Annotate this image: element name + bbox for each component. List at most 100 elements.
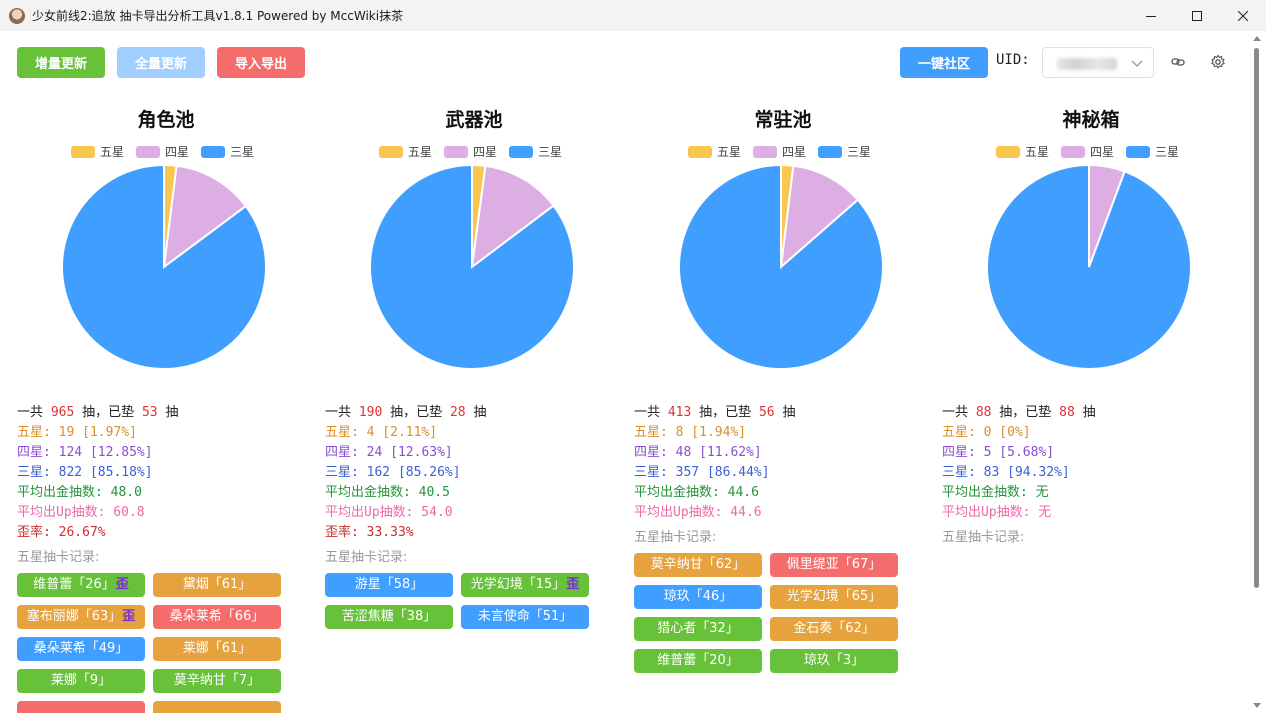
record-tag[interactable]: 金石奏「62」 <box>770 617 898 641</box>
total-pulls: 965 <box>50 405 75 420</box>
legend-label: 五星 <box>717 145 742 159</box>
record-name: 琼玖「3」 <box>803 653 865 668</box>
record-tag[interactable]: 莫辛纳甘「7」 <box>153 669 281 693</box>
avg-up-stat: 平均出Up抽数: 无 <box>942 505 1052 520</box>
legend-item-five[interactable]: 五星 <box>71 143 124 160</box>
incremental-update-button[interactable]: 增量更新 <box>17 47 105 78</box>
legend-label: 四星 <box>473 145 498 159</box>
pie-chart[interactable] <box>676 162 886 372</box>
total-mid: 抽，已垫 <box>382 405 450 420</box>
four-star-stat: 四星: 5 [5.68%] <box>942 445 1055 460</box>
record-tag[interactable]: 黛烟「61」 <box>153 573 281 597</box>
legend-item-four[interactable]: 四星 <box>1061 143 1114 160</box>
legend-item-four[interactable]: 四星 <box>753 143 806 160</box>
pie-chart[interactable] <box>59 162 269 372</box>
maximize-button[interactable] <box>1174 0 1220 31</box>
legend-label: 五星 <box>100 145 125 159</box>
close-icon <box>1238 10 1248 21</box>
total-prefix: 一共 <box>942 405 976 420</box>
total-pulls-line: 一共 413 抽，已垫 56 抽 <box>634 403 898 423</box>
record-tag[interactable]: 维普蕾「20」 <box>634 649 762 673</box>
vertical-scrollbar[interactable] <box>1252 34 1262 710</box>
wai-rate-stat: 歪率: 33.33% <box>325 525 414 540</box>
four-star-stat: 四星: 48 [11.62%] <box>634 445 762 460</box>
record-name: 猎心者「32」 <box>657 621 739 636</box>
record-name: 金石奏「62」 <box>793 621 875 636</box>
record-name: 苦涩焦糖「38」 <box>341 609 437 624</box>
total-prefix: 一共 <box>325 405 359 420</box>
legend-item-three[interactable]: 三星 <box>509 143 562 160</box>
pool-title: 武器池 <box>445 109 503 131</box>
record-tag[interactable]: 游星「58」 <box>325 573 453 597</box>
five-star-records: 游星「58」 光学幻境「15」歪苦涩焦糖「38」 未言使命「51」 <box>325 573 589 629</box>
record-tag-partial[interactable] <box>17 701 145 713</box>
legend-swatch <box>688 145 712 158</box>
legend-swatch <box>1061 145 1086 158</box>
legend-item-three[interactable]: 三星 <box>818 143 871 160</box>
legend-item-three[interactable]: 三星 <box>201 143 254 160</box>
scroll-down-arrow-icon[interactable] <box>1253 703 1261 708</box>
record-tag[interactable]: 莱娜「9」 <box>17 669 145 693</box>
record-tag[interactable]: 莱娜「61」 <box>153 637 281 661</box>
pity-count: 56 <box>758 405 775 420</box>
minimize-icon <box>1146 15 1156 17</box>
gear-icon[interactable] <box>1210 54 1226 70</box>
five-star-stat: 五星: 4 [2.11%] <box>325 425 438 440</box>
wai-marker: 歪 <box>566 577 580 592</box>
import-export-button[interactable]: 导入导出 <box>217 47 305 78</box>
record-tag[interactable]: 未言使命「51」 <box>461 605 589 629</box>
link-icon[interactable] <box>1170 54 1186 70</box>
record-name: 黛烟「61」 <box>182 577 252 592</box>
legend-item-five[interactable]: 五星 <box>688 143 741 160</box>
record-tag[interactable]: 桑朵莱希「49」 <box>17 637 145 661</box>
close-button[interactable] <box>1220 0 1266 31</box>
records-label: 五星抽卡记录: <box>634 530 717 545</box>
pie-slice-three[interactable] <box>986 163 1192 370</box>
pool-stats: 一共 88 抽，已垫 88 抽五星: 0 [0%] 四星: 5 [5.68%] 三星… <box>942 403 1206 553</box>
legend-swatch <box>996 145 1020 158</box>
record-tag[interactable]: 琼玖「46」 <box>634 585 762 609</box>
pool-title: 神秘箱 <box>1062 109 1120 131</box>
window-title: 少女前线2:追放 抽卡导出分析工具v1.8.1 Powered by MccWi… <box>32 9 404 23</box>
community-button[interactable]: 一键社区 <box>900 47 988 78</box>
minimize-button[interactable] <box>1128 0 1174 31</box>
record-tag[interactable]: 塞布丽娜「63」歪 <box>17 605 145 629</box>
three-star-stat: 三星: 83 [94.32%] <box>942 465 1070 480</box>
record-name: 莫辛纳甘「62」 <box>650 557 746 572</box>
legend-item-four[interactable]: 四星 <box>444 143 497 160</box>
record-tag[interactable]: 维普蕾「26」歪 <box>17 573 145 597</box>
legend-item-five[interactable]: 五星 <box>379 143 432 160</box>
total-pulls: 88 <box>975 405 992 420</box>
record-tag[interactable]: 莫辛纳甘「62」 <box>634 553 762 577</box>
pool-stats: 一共 190 抽，已垫 28 抽五星: 4 [2.11%] 四星: 24 [12.… <box>325 403 589 629</box>
scroll-thumb[interactable] <box>1254 48 1259 588</box>
total-mid: 抽，已垫 <box>691 405 759 420</box>
uid-select[interactable] <box>1042 47 1154 78</box>
record-tag[interactable]: 桑朵莱希「66」 <box>153 605 281 629</box>
total-pulls: 413 <box>667 405 692 420</box>
records-label: 五星抽卡记录: <box>17 550 100 565</box>
pool-title: 常驻池 <box>754 109 812 131</box>
legend-item-three[interactable]: 三星 <box>1126 143 1179 160</box>
record-tag[interactable]: 佩里缇亚「67」 <box>770 553 898 577</box>
legend-swatch <box>201 145 226 158</box>
legend-item-four[interactable]: 四星 <box>136 143 189 160</box>
wai-rate-stat: 歪率: 26.67% <box>17 525 106 540</box>
record-tag[interactable]: 光学幻境「15」歪 <box>461 573 589 597</box>
legend-swatch <box>71 145 95 158</box>
total-pulls-line: 一共 190 抽，已垫 28 抽 <box>325 403 589 423</box>
full-update-button[interactable]: 全量更新 <box>117 47 205 78</box>
record-tag[interactable]: 苦涩焦糖「38」 <box>325 605 453 629</box>
avg-gold-stat: 平均出金抽数: 44.6 <box>634 485 759 500</box>
legend-label: 五星 <box>1025 145 1050 159</box>
record-name: 光学幻境「65」 <box>786 589 882 604</box>
five-star-records: 莫辛纳甘「62」 佩里缇亚「67」 琼玖「46」 光学幻境「65」猎心者「32」 金石奏… <box>634 553 898 673</box>
record-tag-partial[interactable] <box>153 701 281 713</box>
record-tag[interactable]: 猎心者「32」 <box>634 617 762 641</box>
scroll-up-arrow-icon[interactable] <box>1253 36 1261 41</box>
record-tag[interactable]: 光学幻境「65」 <box>770 585 898 609</box>
pie-chart[interactable] <box>984 162 1194 372</box>
pie-chart[interactable] <box>367 162 577 372</box>
record-tag[interactable]: 琼玖「3」 <box>770 649 898 673</box>
legend-item-five[interactable]: 五星 <box>996 143 1049 160</box>
